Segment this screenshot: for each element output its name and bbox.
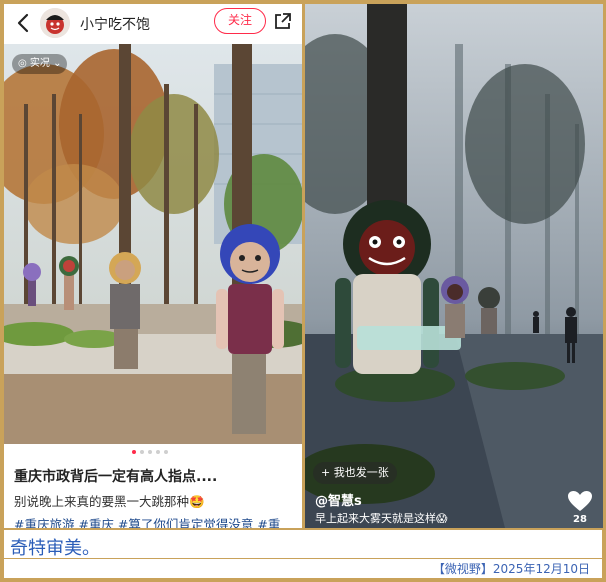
username[interactable]: 小宁吃不饱 — [80, 14, 150, 34]
carousel-indicator — [132, 450, 172, 456]
post-header: 小宁吃不饱 关注 — [4, 4, 302, 44]
footer-credit: 【微视野】2025年12月10日 — [432, 562, 590, 576]
carousel-dot — [140, 450, 144, 454]
live-photo-icon: ◎ — [18, 58, 30, 69]
carousel-dot — [148, 450, 152, 454]
share-icon[interactable] — [274, 12, 292, 30]
post-hashtags[interactable]: #重庆旅游 #重庆 #算了你们肯定觉得没意 #重 — [14, 514, 280, 528]
heart-icon[interactable] — [567, 490, 593, 512]
author-handle[interactable]: @智慧s — [315, 490, 362, 509]
live-photo-label: 实况 — [29, 58, 50, 69]
right-post-panel: + 我也发一张 @智慧s 早上起来大雾天就是这样😱 28 — [305, 4, 603, 528]
post-caption: 早上起来大雾天就是这样😱 — [315, 512, 448, 525]
avatar[interactable] — [40, 8, 70, 38]
carousel-dot — [156, 450, 160, 454]
carousel-dot — [164, 450, 168, 454]
carousel-dot — [132, 450, 136, 454]
footer-divider — [4, 558, 602, 559]
footer-strip: 奇特审美。 【微视野】2025年12月10日 — [4, 530, 602, 578]
like-count: 28 — [573, 514, 587, 525]
foggy-street-photo[interactable] — [305, 4, 603, 528]
post-photo-trees[interactable] — [4, 44, 302, 444]
live-photo-badge: ◎ 实况 ⌄ — [12, 54, 68, 74]
chevron-down-icon: ⌄ — [49, 58, 62, 69]
post-title: 重庆市政背后一定有高人指点.... — [14, 469, 218, 485]
footer-caption: 奇特审美。 — [10, 538, 100, 559]
avatar-face-icon — [40, 8, 70, 38]
post-body: 别说晚上来真的要黑一大跳那种🤩 — [14, 494, 205, 509]
me-too-button[interactable]: + 我也发一张 — [313, 462, 397, 484]
back-arrow-icon[interactable] — [14, 12, 34, 34]
left-post-panel: 小宁吃不饱 关注 ◎ 实况 ⌄ 重庆市政背后一定有高人指点.... 别说晚上来真… — [4, 4, 302, 528]
follow-button[interactable]: 关注 — [214, 8, 266, 34]
